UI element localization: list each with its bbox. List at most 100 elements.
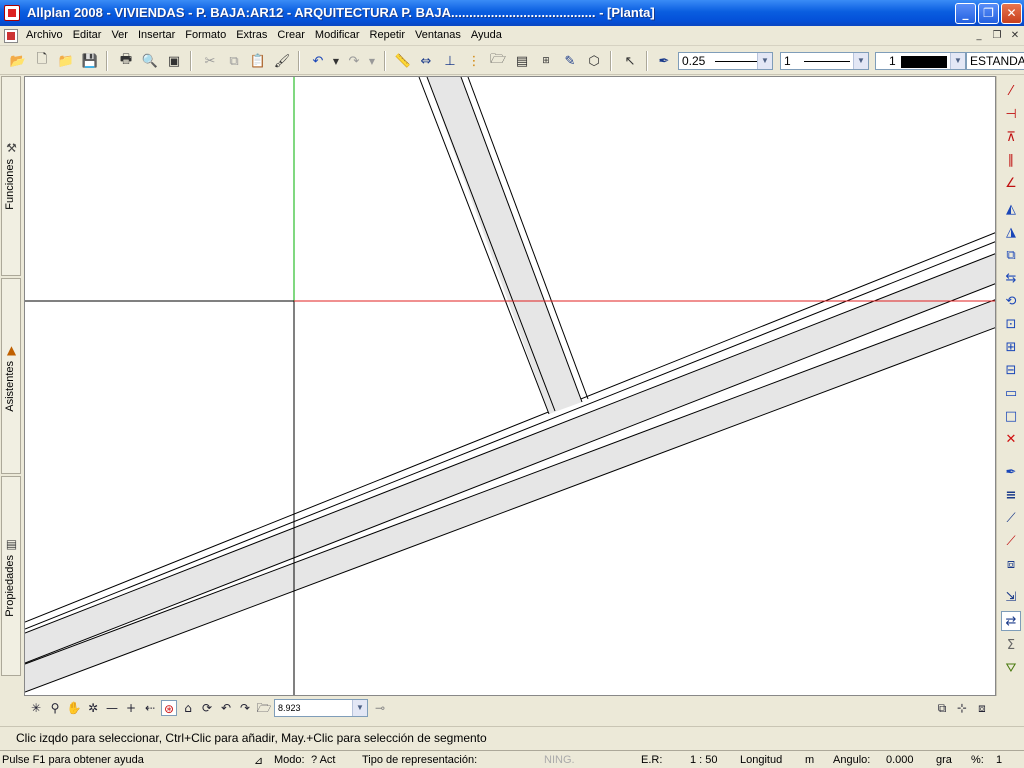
elevation-icon[interactable]: ⊥ xyxy=(441,52,459,70)
undo-view-icon[interactable]: ↶ xyxy=(218,700,234,716)
line-thickness-icon[interactable]: ≡ xyxy=(1001,486,1021,506)
track-icon[interactable]: ⊛ xyxy=(161,700,177,716)
status-angulo-unit[interactable]: gra xyxy=(936,754,952,766)
menu-ayuda[interactable]: Ayuda xyxy=(471,29,502,41)
mdi-minimize-button[interactable]: _ xyxy=(972,29,986,43)
mdi-restore-button[interactable]: ❐ xyxy=(990,29,1004,43)
measure-icon[interactable]: 📏 xyxy=(394,52,412,70)
undo-icon[interactable]: ↶ xyxy=(309,52,327,70)
save-icon[interactable]: 💾 xyxy=(81,52,99,70)
minimize-button[interactable]: _ xyxy=(955,3,976,24)
element-icon[interactable]: □ xyxy=(1001,407,1021,427)
menu-crear[interactable]: Crear xyxy=(277,29,305,41)
status-modo-value[interactable]: ? Act xyxy=(311,754,335,766)
pen-color-icon[interactable]: ⟋ xyxy=(1001,532,1021,552)
pan-icon[interactable]: ✋ xyxy=(66,700,82,716)
folder-icon[interactable]: 🗁 xyxy=(256,700,272,716)
snap-icon[interactable]: ✳ xyxy=(28,700,44,716)
tab-asistentes[interactable]: ▲ Asistentes xyxy=(1,278,21,474)
pen-thickness-select[interactable]: 0.25 ▼ xyxy=(678,52,773,70)
3d-view-icon[interactable]: ⬡ xyxy=(585,52,603,70)
home-icon[interactable]: ⌂ xyxy=(180,700,196,716)
draw-offset-icon[interactable]: ⊣ xyxy=(1001,105,1021,125)
distance-icon[interactable]: ⇔ xyxy=(417,52,435,70)
document-icon[interactable] xyxy=(4,29,18,43)
modify-icon[interactable]: ⊟ xyxy=(1001,361,1021,381)
open-project-icon[interactable]: 🗁 xyxy=(489,52,507,70)
line-type-icon[interactable]: ⟋ xyxy=(1001,509,1021,529)
maximize-button[interactable]: ❐ xyxy=(978,3,999,24)
layout-window-icon[interactable]: ⧈ xyxy=(974,700,990,716)
angle-icon[interactable]: ∠ xyxy=(1001,174,1021,194)
status-er-value[interactable]: 1 : 50 xyxy=(690,754,718,766)
zoom-icon[interactable]: ⚲ xyxy=(47,700,63,716)
cross-icon[interactable]: + xyxy=(123,700,139,716)
cut-icon[interactable]: ✂ xyxy=(201,52,219,70)
help-cursor-icon[interactable]: ↖ xyxy=(621,52,639,70)
menu-ver[interactable]: Ver xyxy=(111,29,128,41)
pen-tool-icon[interactable]: ✎ xyxy=(561,52,579,70)
layer-text-icon[interactable]: ⊞ xyxy=(537,52,555,70)
menu-formato[interactable]: Formato xyxy=(185,29,226,41)
split-icon[interactable]: ⊹ xyxy=(954,700,970,716)
chevron-down-icon[interactable]: ▼ xyxy=(352,700,367,716)
paste-icon[interactable]: 📋 xyxy=(249,52,267,70)
project-open-icon[interactable]: 📂 xyxy=(9,52,27,70)
draw-line-icon[interactable]: ⁄ xyxy=(1001,82,1021,102)
menu-insertar[interactable]: Insertar xyxy=(138,29,175,41)
window-icon[interactable]: ⧉ xyxy=(934,700,950,716)
menu-modificar[interactable]: Modificar xyxy=(315,29,360,41)
drawing-canvas[interactable] xyxy=(24,76,996,696)
menu-editar[interactable]: Editar xyxy=(73,29,102,41)
layer-icon[interactable]: ⧈ xyxy=(1001,555,1021,575)
menu-archivo[interactable]: Archivo xyxy=(26,29,63,41)
arrow-left-icon[interactable]: ⇠ xyxy=(142,700,158,716)
copy-icon[interactable]: ⧉ xyxy=(1001,246,1021,266)
filter-icon[interactable]: ⛛ xyxy=(1001,659,1021,679)
allplan-app-icon[interactable] xyxy=(4,5,20,21)
print-icon[interactable]: 🖶 xyxy=(117,52,135,70)
zoom-value-input[interactable]: 8.923 ▼ xyxy=(274,699,368,717)
pin-icon[interactable]: ⊸ xyxy=(372,700,388,716)
drawing-files-icon[interactable]: ▤ xyxy=(513,52,531,70)
scale-icon[interactable]: ⊡ xyxy=(1001,315,1021,335)
line-type-select[interactable]: 1 ▼ xyxy=(780,52,869,70)
horizontal-icon[interactable]: — xyxy=(104,700,120,716)
mirror-copy-icon[interactable]: ◮ xyxy=(1001,223,1021,243)
redo-view-icon[interactable]: ↷ xyxy=(237,700,253,716)
sum-icon[interactable]: Σ xyxy=(1001,636,1021,656)
undo-dropdown-icon[interactable]: ▼ xyxy=(327,52,345,70)
dimension-icon[interactable]: ▭ xyxy=(1001,384,1021,404)
stretch-icon[interactable]: ⊞ xyxy=(1001,338,1021,358)
mirror-icon[interactable]: ◭ xyxy=(1001,200,1021,220)
properties-icon[interactable]: ⇄ xyxy=(1001,611,1021,631)
chevron-down-icon[interactable]: ▼ xyxy=(950,53,965,69)
mdi-close-button[interactable]: ✕ xyxy=(1008,29,1022,43)
new-file-icon[interactable]: 🗋 xyxy=(33,52,51,70)
open-file-icon[interactable]: 📁 xyxy=(57,52,75,70)
tab-funciones[interactable]: ⚒ Funciones xyxy=(1,76,21,276)
chevron-down-icon[interactable]: ▼ xyxy=(757,53,772,69)
print-preview-icon[interactable]: 🔍 xyxy=(141,52,159,70)
menu-repetir[interactable]: Repetir xyxy=(370,29,405,41)
pipette-icon[interactable]: ✒ xyxy=(1001,463,1021,483)
status-longitud-unit[interactable]: m xyxy=(805,754,814,766)
copy-icon[interactable]: ⧉ xyxy=(225,52,243,70)
style-select[interactable]: ESTANDA xyxy=(966,52,1024,70)
parallel-lines-icon[interactable]: ∥ xyxy=(1001,151,1021,171)
redo-dropdown-icon[interactable]: ▼ xyxy=(363,52,381,70)
delete-icon[interactable]: ✕ xyxy=(1001,430,1021,450)
draw-polyline-icon[interactable]: ⊼ xyxy=(1001,128,1021,148)
menu-ventanas[interactable]: Ventanas xyxy=(415,29,461,41)
point-snap-icon[interactable]: ⋮ xyxy=(465,52,483,70)
rotate-icon[interactable]: ⟲ xyxy=(1001,292,1021,312)
format-painter-icon[interactable]: 🖌 xyxy=(273,52,291,70)
tab-propiedades[interactable]: ▤ Propiedades xyxy=(1,476,21,676)
close-button[interactable]: ✕ xyxy=(1001,3,1022,24)
pen-color-select[interactable]: 1 ▼ xyxy=(875,52,966,70)
chevron-down-icon[interactable]: ▼ xyxy=(853,53,868,69)
layout-icon[interactable]: ▣ xyxy=(165,52,183,70)
status-ning[interactable]: NING. xyxy=(544,754,575,766)
redo-icon[interactable]: ↷ xyxy=(345,52,363,70)
zoom-all-icon[interactable]: ✲ xyxy=(85,700,101,716)
